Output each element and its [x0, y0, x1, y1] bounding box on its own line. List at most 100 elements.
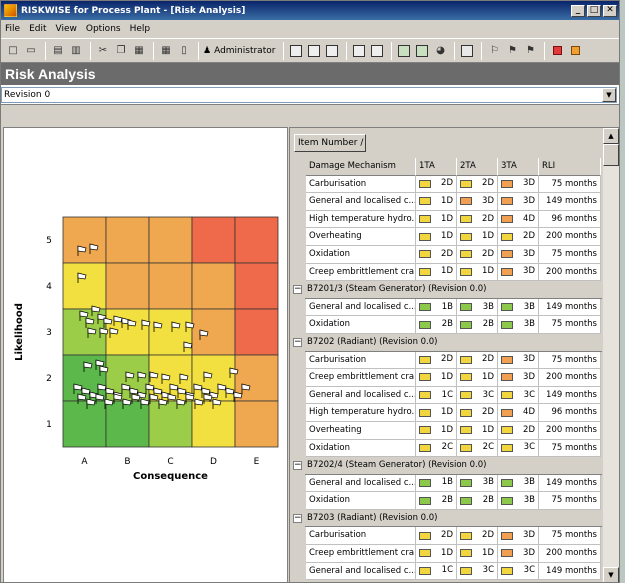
table-row[interactable]: General and localised c... 1D 3D 3D 149 mont… [290, 193, 602, 211]
menu-help[interactable]: Help [130, 24, 151, 34]
menu-edit[interactable]: Edit [29, 24, 46, 34]
menu-options[interactable]: Options [86, 24, 121, 34]
matrix-cell-1A[interactable] [62, 400, 107, 448]
vertical-scrollbar[interactable]: ▲ ▼ [603, 128, 619, 582]
stop-red-icon[interactable] [549, 43, 565, 59]
open-folder-icon[interactable]: ▭ [23, 43, 39, 59]
table-row[interactable]: General and localised c... 1B 3B 3B 149 mont… [290, 298, 602, 317]
chart-icon[interactable] [396, 43, 412, 59]
matrix-cell-4E[interactable] [234, 262, 279, 310]
copy-icon[interactable]: ❐ [113, 43, 129, 59]
stop-orange-icon[interactable] [567, 43, 583, 59]
item-number-group-header[interactable]: Item Number / [294, 134, 366, 152]
menu-file[interactable]: File [5, 24, 20, 34]
view-icon[interactable] [306, 43, 322, 59]
table-row[interactable]: Creep embrittlement cra... 1D 1D 3D 200 mont… [290, 545, 602, 563]
revision-select[interactable]: Revision 0 ▼ [1, 87, 617, 103]
paste-icon[interactable]: ▦ [131, 43, 147, 59]
table-row[interactable]: Oxidation 2C 2C 3C 75 months [290, 439, 602, 458]
collapse-toggle-icon[interactable]: − [293, 285, 302, 295]
table-row[interactable]: General and localised c... 1B 3B 3B 149 mont… [290, 474, 602, 493]
view-icon[interactable] [288, 43, 304, 59]
matrix-cell-1C[interactable] [148, 400, 193, 448]
risk-cell: 1C [416, 386, 457, 405]
table-row[interactable]: Oxidation 2D 2D 3D 75 months [290, 245, 602, 264]
table-row[interactable]: Carburisation 2D 2D 3D 75 months [290, 175, 602, 194]
table-group-row[interactable]: − B7201/3 (Steam Generator) (Revision 0.0… [290, 281, 602, 299]
view-icon[interactable] [351, 43, 367, 59]
column-header-2ta[interactable]: 2TA [457, 158, 498, 176]
grid-icon[interactable] [459, 43, 475, 59]
matrix-cell-5E[interactable] [234, 216, 279, 264]
row-expander-spacer [290, 351, 306, 370]
flag-icon[interactable]: ⚑ [504, 43, 520, 59]
chart-icon[interactable] [414, 43, 430, 59]
risk-color-swatch [460, 496, 472, 505]
table-row[interactable]: High temperature hydro... 1D 2D 4D 96 months [290, 210, 602, 229]
collapse-toggle-icon[interactable]: − [293, 461, 302, 471]
collapse-toggle-icon[interactable]: − [293, 337, 302, 347]
print-icon[interactable]: ▤ [50, 43, 66, 59]
matrix-cell-1B[interactable] [105, 400, 150, 448]
minimize-button[interactable]: _ [571, 4, 585, 17]
table-row[interactable]: Oxidation 2B 2B 3B 75 months [290, 316, 602, 334]
table-row[interactable]: General and localised c... 1C 3C 3C 149 mont… [290, 562, 602, 581]
table-row[interactable]: Carburisation 2D 2D 3D 75 months [290, 527, 602, 546]
table-group-row[interactable]: − B7202/4 (Steam Generator) (Revision 0.0… [290, 457, 602, 475]
table-row[interactable]: Creep embrittlement cra... 1D 1D 3D 200 mont… [290, 263, 602, 282]
flag-icon[interactable]: ⚑ [522, 43, 538, 59]
scroll-down-icon[interactable]: ▼ [603, 567, 619, 582]
title-bar[interactable]: RISKWISE for Process Plant - [Risk Analy… [1, 1, 619, 20]
risk-color-swatch [419, 566, 431, 575]
table-row[interactable]: Creep embrittlement cra... 1D 1D 3D 200 mont… [290, 369, 602, 387]
column-header-1ta[interactable]: 1TA [416, 158, 457, 176]
table-row[interactable]: General and localised c... 1C 3C 3C 149 mont… [290, 386, 602, 405]
chevron-down-icon[interactable]: ▼ [602, 88, 616, 102]
matrix-cell-4D[interactable] [191, 262, 236, 310]
column-header-3ta[interactable]: 3TA [498, 158, 539, 176]
table-row[interactable]: Overheating 1D 1D 2D 200 months [290, 421, 602, 440]
risk-value: 3B [523, 495, 535, 506]
matrix-cell-3D[interactable] [191, 308, 236, 356]
matrix-cell-4A[interactable] [62, 262, 107, 310]
risk-value: 1D [441, 266, 453, 277]
matrix-cell-5A[interactable] [62, 216, 107, 264]
calculator-icon[interactable]: ▦ [158, 43, 174, 59]
view-icon[interactable] [324, 43, 340, 59]
column-header-damage-mechanism[interactable]: Damage Mechanism [306, 158, 416, 176]
pie-chart-icon[interactable]: ◕ [432, 43, 448, 59]
matrix-cell-3E[interactable] [234, 308, 279, 356]
group-label: B7201/3 (Steam Generator) (Revision 0.0) [305, 281, 602, 299]
user-button[interactable]: ♟ Administrator [203, 46, 275, 56]
matrix-cell-3C[interactable] [148, 308, 193, 356]
table-row[interactable]: Oxidation 2B 2B 3B 75 months [290, 492, 602, 510]
flag-icon[interactable]: ⚐ [486, 43, 502, 59]
table-row[interactable]: High temperature hydro... 1D 2D 4D 96 months [290, 404, 602, 422]
collapse-toggle-icon[interactable]: − [293, 513, 302, 523]
report-icon[interactable]: ▯ [176, 43, 192, 59]
matrix-cell-5B[interactable] [105, 216, 150, 264]
column-header-rli[interactable]: RLI [539, 158, 601, 176]
matrix-cell-5D[interactable] [191, 216, 236, 264]
matrix-cell-4B[interactable] [105, 262, 150, 310]
matrix-cell-1D[interactable] [191, 400, 236, 448]
view-icon[interactable] [369, 43, 385, 59]
print-preview-icon[interactable]: ▥ [68, 43, 84, 59]
new-file-icon[interactable]: □ [5, 43, 21, 59]
risk-cell: 2D [457, 210, 498, 229]
table-group-row[interactable]: − B7203 (Radiant) (Revision 0.0) [290, 509, 602, 528]
menu-view[interactable]: View [56, 24, 77, 34]
cut-icon[interactable]: ✂ [95, 43, 111, 59]
table-row[interactable]: Overheating 1D 1D 2D 200 months [290, 228, 602, 246]
matrix-cell-1E[interactable] [234, 400, 279, 448]
scroll-up-icon[interactable]: ▲ [603, 128, 619, 144]
row-expander-spacer [290, 245, 306, 264]
scroll-thumb[interactable] [603, 144, 619, 166]
matrix-cell-5C[interactable] [148, 216, 193, 264]
matrix-cell-4C[interactable] [148, 262, 193, 310]
close-button[interactable]: ✕ [603, 4, 617, 17]
maximize-button[interactable]: □ [587, 4, 601, 17]
table-group-row[interactable]: − B7202 (Radiant) (Revision 0.0) [290, 333, 602, 352]
row-expander-spacer [290, 158, 306, 176]
table-row[interactable]: Carburisation 2D 2D 3D 75 months [290, 351, 602, 370]
